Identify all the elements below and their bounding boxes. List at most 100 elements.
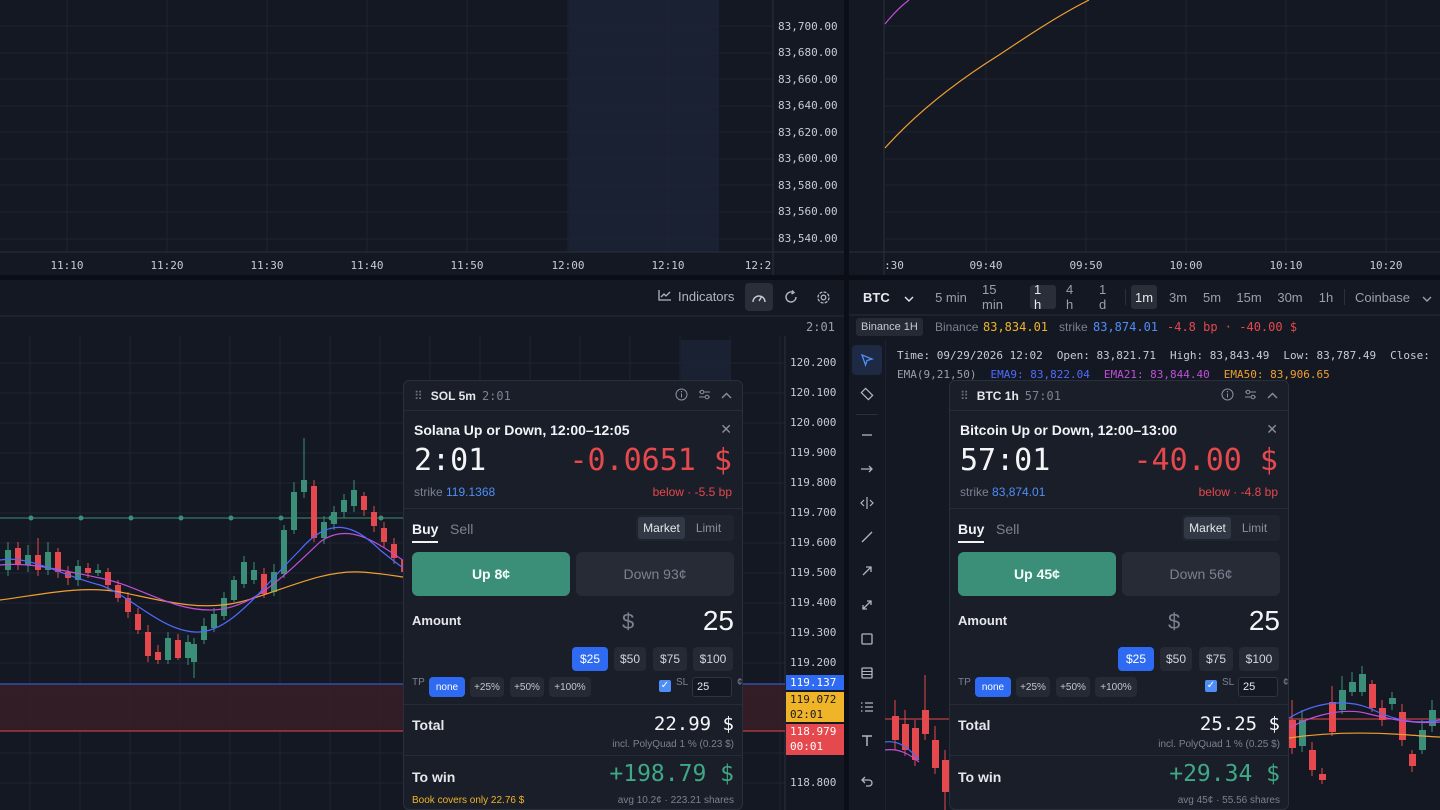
symbol-label: BTC [863,289,890,305]
chevron-up-icon[interactable] [721,388,732,404]
sl-input[interactable]: 25 [692,677,732,697]
sliders-icon[interactable] [698,388,711,404]
tp-none[interactable]: none [429,677,465,697]
refresh-icon[interactable] [777,283,805,311]
strike-info: strike 83,874.01 [960,485,1045,499]
orange-price: 119.072 [790,693,837,706]
trend-line-icon[interactable] [852,522,882,552]
to-win-value: +198.79 $ [609,761,734,787]
sol-trade-card[interactable]: ⠿ SOL 5m 2:01 Solana Up or Down, 12:00–1… [403,380,743,810]
card-header[interactable]: ⠿ BTC 1h 57:01 [950,381,1288,411]
info-icon[interactable] [675,388,688,404]
candle-body [341,500,347,512]
tab-sell[interactable]: Sell [996,521,1019,537]
speed-icon[interactable] [745,283,773,311]
price-delta: -0.0651 $ [569,443,732,478]
ruler-icon[interactable] [852,379,882,409]
amount-chip-100[interactable]: $100 [693,647,733,671]
fib-icon[interactable] [852,658,882,688]
btc-chart-top-right[interactable]: :30 09:40 09:50 10:00 10:10 10:20 [849,0,1440,275]
card-header[interactable]: ⠿ SOL 5m 2:01 [404,381,742,411]
candle-body [105,572,111,585]
amount-chip-50[interactable]: $50 [1160,647,1192,671]
x-tick: 12:2 [744,259,772,272]
limit-option[interactable]: Limit [1231,517,1278,539]
chevron-up-icon[interactable] [1267,388,1278,404]
list-icon[interactable] [852,692,882,722]
amount-input[interactable]: 25 [703,605,734,637]
red-time: 00:01 [790,740,824,753]
sliders-icon[interactable] [1244,388,1257,404]
divider [404,755,742,756]
amount-chip-75[interactable]: $75 [653,647,687,671]
buy-up-button[interactable]: Up 45¢ [958,552,1116,596]
strike-label: strike [960,485,989,499]
amount-chip-25[interactable]: $25 [572,647,608,671]
timeframe-5min[interactable]: 5 min [931,285,971,309]
timeframe-1d[interactable]: 1 d [1095,282,1121,312]
interval-5m[interactable]: 5m [1199,285,1225,309]
tp-25[interactable]: +25% [470,677,504,697]
limit-option[interactable]: Limit [685,517,732,539]
btc-trade-card[interactable]: ⠿ BTC 1h 57:01 Bitcoin Up or Down, 12:00… [949,380,1289,810]
arrow-right-icon[interactable] [852,454,882,484]
candle-body [1369,684,1376,708]
y-tick: 118.800 [790,776,837,789]
amount-chip-50[interactable]: $50 [614,647,646,671]
settings-gear-icon[interactable] [809,283,837,311]
buy-down-button[interactable]: Down 93¢ [576,552,734,596]
info-icon[interactable] [1221,388,1234,404]
close-icon[interactable]: ✕ [1266,421,1278,438]
amount-chip-25[interactable]: $25 [1118,647,1154,671]
amount-chip-75[interactable]: $75 [1199,647,1233,671]
buy-down-button[interactable]: Down 56¢ [1122,552,1280,596]
sl-checkbox[interactable]: ✓ [659,680,671,692]
interval-1h[interactable]: 1h [1313,285,1339,309]
sl-checkbox[interactable]: ✓ [1205,680,1217,692]
cursor-icon[interactable] [852,345,882,375]
drag-handle-icon[interactable]: ⠿ [960,389,969,403]
tp-100[interactable]: +100% [1095,677,1137,697]
close-icon[interactable]: ✕ [720,421,732,438]
chevron-down-icon [1422,290,1432,305]
tp-none[interactable]: none [975,677,1011,697]
tp-50[interactable]: +50% [1056,677,1090,697]
timeframe-1h[interactable]: 1 h [1030,282,1056,312]
strike-delta: -4.8 bp · -40.00 $ [1167,320,1298,334]
rectangle-icon[interactable] [852,624,882,654]
interval-30m[interactable]: 30m [1273,285,1307,309]
currency-symbol: $ [1168,609,1181,634]
indicators-button[interactable]: Indicators [658,289,734,304]
candle-body [155,652,161,660]
tab-sell[interactable]: Sell [450,521,473,537]
tab-buy[interactable]: Buy [412,521,439,543]
amount-chip-100[interactable]: $100 [1239,647,1279,671]
symbol-select[interactable]: BTC [856,285,920,309]
btc-price-chart-top-left[interactable]: 83,700.00 83,680.00 83,660.00 83,640.00 … [0,0,844,275]
amount-label: Amount [958,613,1008,628]
market-option[interactable]: Market [638,517,685,539]
horizontal-line-icon[interactable] [852,420,882,450]
timeframe-4h[interactable]: 4 h [1062,282,1088,312]
ray-icon[interactable] [852,556,882,586]
candle-body [1399,712,1406,740]
exchange-select[interactable]: Coinbase [1355,285,1432,309]
tp-100[interactable]: +100% [549,677,591,697]
amount-input[interactable]: 25 [1249,605,1280,637]
drag-handle-icon[interactable]: ⠿ [414,389,423,403]
tp-25[interactable]: +25% [1016,677,1050,697]
interval-15m[interactable]: 15m [1233,285,1265,309]
divider [404,508,742,509]
market-option[interactable]: Market [1184,517,1231,539]
tab-buy[interactable]: Buy [958,521,985,543]
undo-icon[interactable] [852,767,882,797]
timeframe-15min[interactable]: 15 min [978,282,1024,312]
tp-50[interactable]: +50% [510,677,544,697]
sl-input[interactable]: 25 [1238,677,1278,697]
interval-3m[interactable]: 3m [1165,285,1191,309]
extended-line-icon[interactable] [852,590,882,620]
text-icon[interactable] [852,726,882,756]
interval-1m[interactable]: 1m [1131,285,1157,309]
buy-up-button[interactable]: Up 8¢ [412,552,570,596]
vertical-measure-icon[interactable] [852,488,882,518]
